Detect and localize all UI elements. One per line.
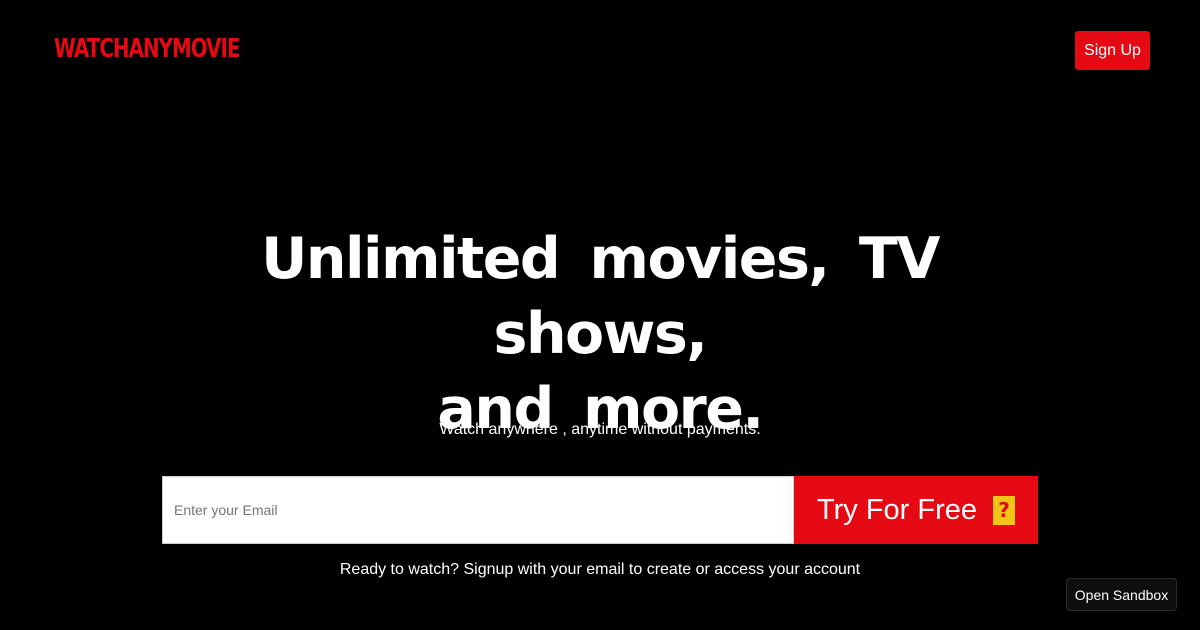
landing-page: WATCHANYMOVIE Sign Up Unlimited movies, … — [0, 0, 1200, 630]
try-for-free-label: Try For Free — [816, 493, 978, 526]
try-for-free-button[interactable]: Try For Free ? — [794, 476, 1038, 544]
unknown-glyph-icon: ? — [993, 495, 1016, 525]
email-signup-form: Try For Free ? — [162, 476, 1038, 544]
hero-subtitle: Watch anywhere , anytime without payment… — [439, 421, 761, 438]
signup-help-text: Ready to watch? Signup with your email t… — [339, 561, 861, 578]
open-sandbox-button[interactable]: Open Sandbox — [1066, 578, 1177, 611]
headline-line-1: Unlimited movies, TV shows, — [261, 226, 940, 367]
sign-up-button[interactable]: Sign Up — [1075, 31, 1150, 70]
email-input[interactable] — [162, 476, 794, 544]
logo[interactable]: WATCHANYMOVIE — [54, 31, 240, 67]
hero-headline: Unlimited movies, TV shows, and more. — [150, 222, 1050, 447]
